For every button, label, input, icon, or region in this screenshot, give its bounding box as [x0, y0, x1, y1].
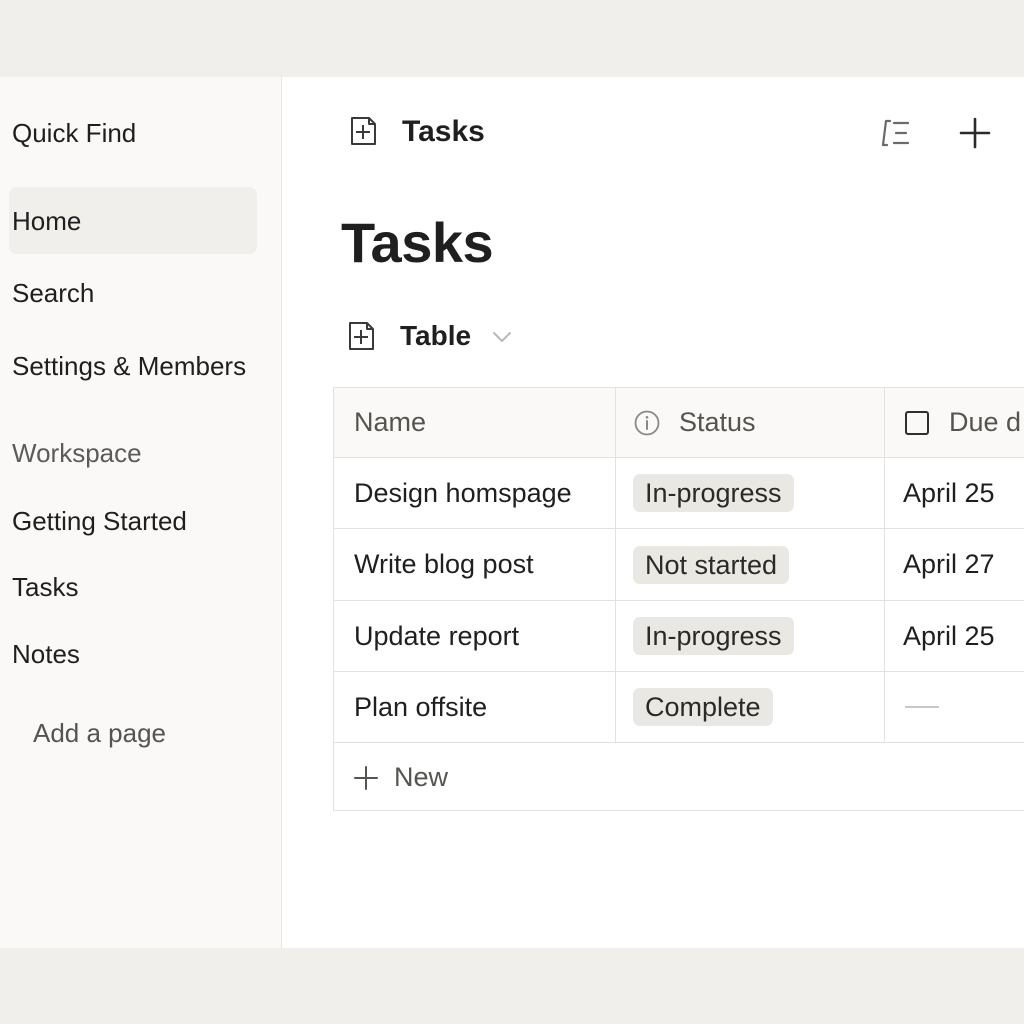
sidebar-item-home[interactable]: Home [12, 205, 81, 237]
sidebar-page-getting-started[interactable]: Getting Started [12, 505, 187, 537]
add-page-button[interactable]: Add a page [33, 717, 166, 749]
cell-due-empty[interactable] [885, 672, 1024, 742]
cell-status[interactable]: In-progress [616, 458, 885, 528]
cell-status[interactable]: In-progress [616, 601, 885, 671]
cell-name[interactable]: Plan offsite [334, 672, 616, 742]
app-window: Quick Find Home Search Settings & Member… [0, 77, 1024, 948]
sidebar-page-notes[interactable]: Notes [12, 638, 80, 670]
column-header-name[interactable]: Name [334, 388, 616, 457]
status-badge: Complete [633, 688, 773, 726]
tasks-table: Name Status Due d Design homspage In-pro… [333, 387, 1024, 811]
cell-name[interactable]: Design homspage [334, 458, 616, 528]
column-header-label: Due d [949, 407, 1022, 437]
page-title: Tasks [402, 115, 485, 148]
sidebar: Quick Find Home Search Settings & Member… [0, 77, 282, 948]
sidebar-page-tasks[interactable]: Tasks [12, 571, 78, 603]
cell-due[interactable]: April 25 [885, 458, 1024, 528]
page-plus-icon [351, 117, 376, 145]
status-badge: In-progress [633, 617, 794, 655]
table-row[interactable]: Plan offsite Complete [334, 672, 1024, 743]
sidebar-item-settings-members[interactable]: Settings & Members [12, 350, 246, 382]
column-header-label: Name [354, 407, 427, 437]
chevron-down-icon[interactable] [490, 325, 514, 349]
add-row-label: New [394, 762, 449, 792]
plus-icon [354, 765, 378, 790]
outline-icon[interactable] [877, 113, 917, 153]
status-badge: In-progress [633, 474, 794, 512]
column-header-label: Status [679, 407, 756, 437]
table-row[interactable]: Update report In-progress April 25 [334, 601, 1024, 672]
checkbox-icon [905, 410, 929, 435]
cell-due[interactable]: April 27 [885, 529, 1024, 600]
status-badge: Not started [633, 545, 790, 584]
column-header-due[interactable]: Due d [885, 388, 1024, 457]
add-row-button[interactable]: New [334, 743, 1024, 812]
cell-status[interactable]: Not started [616, 529, 885, 600]
table-header-row: Name Status Due d [334, 388, 1024, 458]
empty-value-dash [905, 706, 939, 708]
table-row[interactable]: Write blog post Not started April 27 [334, 529, 1024, 601]
cell-due[interactable]: April 25 [885, 601, 1024, 671]
column-header-status[interactable]: Status [616, 388, 885, 457]
cell-status[interactable]: Complete [616, 672, 885, 742]
view-selector[interactable]: Table [400, 319, 471, 353]
quick-find[interactable]: Quick Find [12, 117, 136, 149]
plus-icon[interactable] [955, 113, 995, 153]
cell-name[interactable]: Write blog post [334, 529, 616, 600]
table-row[interactable]: Design homspage In-progress April 25 [334, 458, 1024, 529]
cell-name[interactable]: Update report [334, 601, 616, 671]
page-heading: Tasks [341, 211, 494, 274]
sidebar-item-search[interactable]: Search [12, 277, 94, 309]
workspace-section-label: Workspace [12, 438, 142, 468]
info-icon [634, 410, 660, 435]
main-content: Tasks Tasks Table Name Status Due d Desi… [283, 77, 1024, 948]
page-plus-icon [349, 322, 374, 350]
